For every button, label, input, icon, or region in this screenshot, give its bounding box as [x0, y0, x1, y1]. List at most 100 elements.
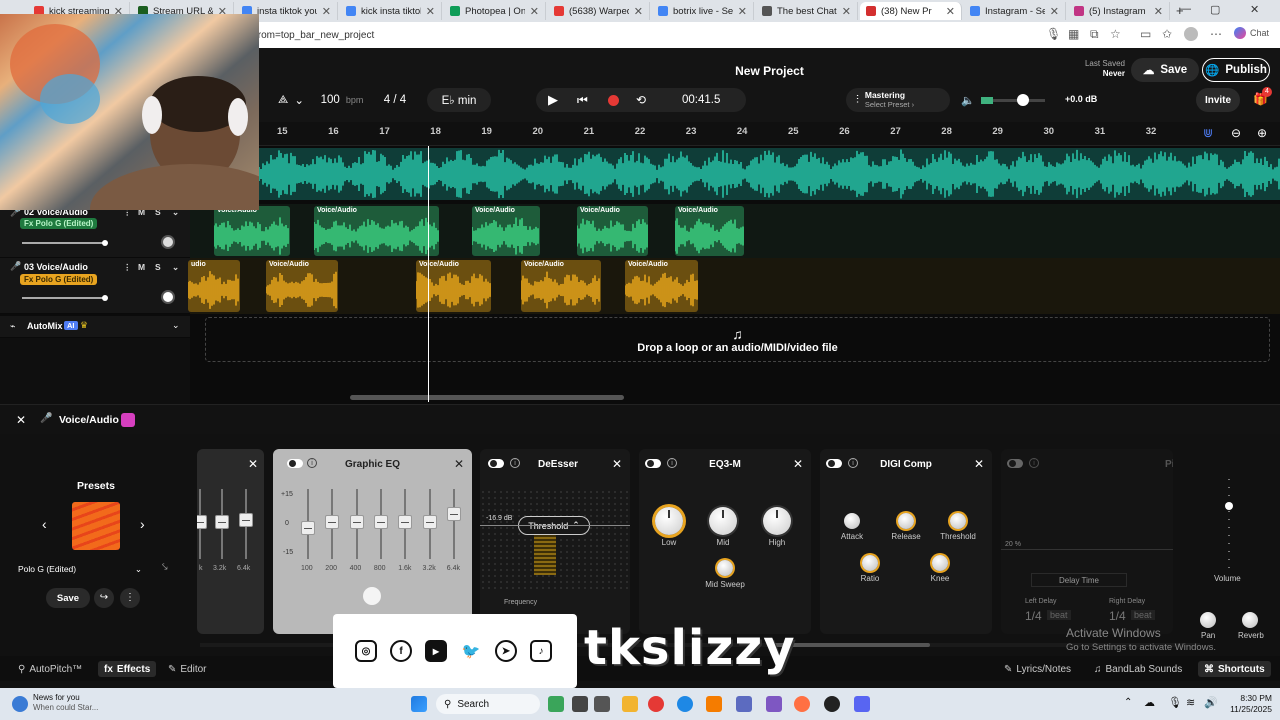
- mastering-button[interactable]: ⫶ Mastering Select Preset ›: [846, 88, 950, 112]
- close-icon[interactable]: ✕: [1154, 5, 1163, 18]
- windows-start-icon[interactable]: [411, 696, 427, 712]
- info-icon[interactable]: i: [1029, 458, 1039, 468]
- close-icon[interactable]: ✕: [612, 457, 622, 471]
- fx-toggle[interactable]: [488, 459, 504, 468]
- browser-tab[interactable]: (38) New Pr ✕: [860, 2, 962, 20]
- weather-icon[interactable]: [12, 696, 28, 712]
- slider-thumb[interactable]: [102, 295, 108, 301]
- eq-slider[interactable]: [349, 489, 364, 559]
- volume-fader[interactable]: [1225, 476, 1233, 568]
- vlc-icon[interactable]: [706, 696, 722, 712]
- fx-card-delay[interactable]: i Pi 20 % Delay Time Left Delay Right De…: [1001, 449, 1173, 634]
- pan-knob[interactable]: [161, 290, 175, 304]
- clock[interactable]: 8:30 PM 11/25/2025: [1222, 693, 1272, 715]
- chevron-right-icon[interactable]: ›: [140, 516, 145, 532]
- news-widget[interactable]: News for you When could Star...: [33, 693, 98, 713]
- eq-slider[interactable]: [215, 489, 229, 559]
- key-selector[interactable]: E♭ min: [427, 88, 491, 112]
- fx-card-digi-comp[interactable]: i DIGI Comp ✕ Attack Release Threshold R…: [820, 449, 992, 634]
- cube-icon[interactable]: [121, 413, 135, 427]
- tree-icon[interactable]: [548, 696, 564, 712]
- right-delay-value[interactable]: 1/4: [1109, 609, 1126, 623]
- chevron-down-icon[interactable]: ⌄: [172, 262, 179, 273]
- taskbar-search[interactable]: ⚲ Search: [436, 694, 540, 714]
- threshold-knob[interactable]: [950, 513, 966, 529]
- mid-sweep-knob[interactable]: [717, 560, 733, 576]
- volume-fader-thumb[interactable]: [1225, 502, 1233, 510]
- star-icon[interactable]: ☆: [1110, 27, 1121, 41]
- close-icon[interactable]: ✕: [530, 5, 539, 18]
- teams-icon[interactable]: [736, 696, 752, 712]
- close-icon[interactable]: ✕: [634, 5, 643, 18]
- sidebar-icon[interactable]: ▭: [1140, 27, 1151, 41]
- more-icon[interactable]: ⋮: [123, 262, 132, 273]
- obs-icon[interactable]: [824, 696, 840, 712]
- audio-clip[interactable]: Voice/Audio: [577, 206, 648, 256]
- left-delay-value[interactable]: 1/4: [1025, 609, 1042, 623]
- close-icon[interactable]: ✕: [1050, 5, 1059, 18]
- master-volume-slider[interactable]: [981, 94, 1045, 106]
- chevron-left-icon[interactable]: ‹: [42, 516, 47, 532]
- eq-slider[interactable]: [422, 489, 437, 559]
- close-icon[interactable]: ✕: [793, 457, 803, 471]
- copilot-chat-button[interactable]: Chat: [1234, 27, 1269, 39]
- release-knob[interactable]: [898, 513, 914, 529]
- play-icon[interactable]: ▶: [548, 92, 558, 108]
- browser-tab[interactable]: (5638) Warped B ✕: [548, 2, 650, 20]
- mute-button[interactable]: M: [138, 262, 145, 272]
- eq-slider-cap[interactable]: [301, 521, 315, 535]
- chevron-up-icon[interactable]: ⌃: [1124, 697, 1132, 708]
- eq-slider-cap[interactable]: [422, 515, 437, 529]
- fx-badge[interactable]: Fx Polo G (Edited): [20, 274, 98, 285]
- fx-card-previous[interactable]: ✕ k 3.2k 6.4k: [197, 449, 264, 634]
- track-volume-slider[interactable]: [22, 295, 108, 301]
- audio-clip[interactable]: Voice/Audio: [625, 260, 698, 312]
- close-icon[interactable]: ✕: [842, 5, 851, 18]
- close-icon[interactable]: ✕: [738, 5, 747, 18]
- eq-slider[interactable]: [197, 489, 207, 559]
- eq-drag-handle[interactable]: [363, 587, 381, 605]
- close-icon[interactable]: ✕: [322, 5, 331, 18]
- favorites-icon[interactable]: ✩: [1162, 27, 1172, 41]
- attack-knob[interactable]: [844, 513, 860, 529]
- browser-tab[interactable]: The best ChatBo ✕: [756, 2, 858, 20]
- eq-slider-cap[interactable]: [446, 507, 461, 521]
- eq-slider-cap[interactable]: [215, 515, 229, 529]
- close-icon[interactable]: ✕: [426, 5, 435, 18]
- minimize-icon[interactable]: —: [1180, 3, 1191, 15]
- profile-avatar[interactable]: [1184, 27, 1198, 41]
- autopitch-tab[interactable]: ⚲ AutoPitch™: [18, 661, 82, 677]
- eq-slider[interactable]: [373, 489, 388, 559]
- close-icon[interactable]: ✕: [454, 457, 464, 471]
- file-explorer-icon[interactable]: [622, 696, 638, 712]
- fx-card-deesser[interactable]: i DeEsser ✕ -16.9 dB Threshold⌃ Frequenc…: [480, 449, 630, 634]
- audio-clip[interactable]: Voice/Audio: [314, 206, 439, 256]
- zoom-in-icon[interactable]: ⊕: [1257, 126, 1267, 140]
- browser-tab[interactable]: botrix live - Sear ✕: [652, 2, 754, 20]
- track-lane-1[interactable]: [258, 148, 1280, 200]
- publish-button[interactable]: 🌐 Publish: [1202, 58, 1270, 82]
- ai-edit-icon[interactable]: ⤥: [162, 562, 168, 573]
- time-signature[interactable]: 4 / 4: [373, 88, 417, 112]
- drop-zone[interactable]: ♫ Drop a loop or an audio/MIDI/video fil…: [205, 317, 1270, 362]
- close-icon[interactable]: ✕: [1250, 3, 1259, 16]
- bpm-field[interactable]: 100 bpm: [315, 88, 369, 112]
- save-button[interactable]: ☁ Save: [1131, 58, 1199, 82]
- eq-slider[interactable]: [239, 489, 253, 559]
- chevron-down-icon[interactable]: ⌄: [172, 320, 180, 331]
- eq-slider-cap[interactable]: [239, 513, 253, 527]
- pan-knob[interactable]: [161, 235, 175, 249]
- audio-clip[interactable]: Voice/Audio: [472, 206, 540, 256]
- eq-slider[interactable]: [325, 489, 340, 559]
- fx-card-eq3m[interactable]: i EQ3-M ✕ Low Mid High Mid Sweep: [639, 449, 811, 634]
- preset-save-button[interactable]: Save: [46, 588, 90, 608]
- track-volume-slider[interactable]: [22, 240, 108, 246]
- skip-back-icon[interactable]: ⏮: [577, 93, 588, 108]
- app-icon[interactable]: [766, 696, 782, 712]
- eq-slider[interactable]: [398, 489, 413, 559]
- eq-slider-cap[interactable]: [349, 515, 364, 529]
- close-icon[interactable]: ✕: [16, 413, 26, 427]
- app-icon[interactable]: ▦: [1068, 27, 1079, 41]
- bandlab-sounds-tab[interactable]: ♫ BandLab Sounds: [1094, 661, 1182, 677]
- track-header-02[interactable]: 🎤 02 Voice/Audio Fx Polo G (Edited) ⋮ M …: [0, 204, 190, 258]
